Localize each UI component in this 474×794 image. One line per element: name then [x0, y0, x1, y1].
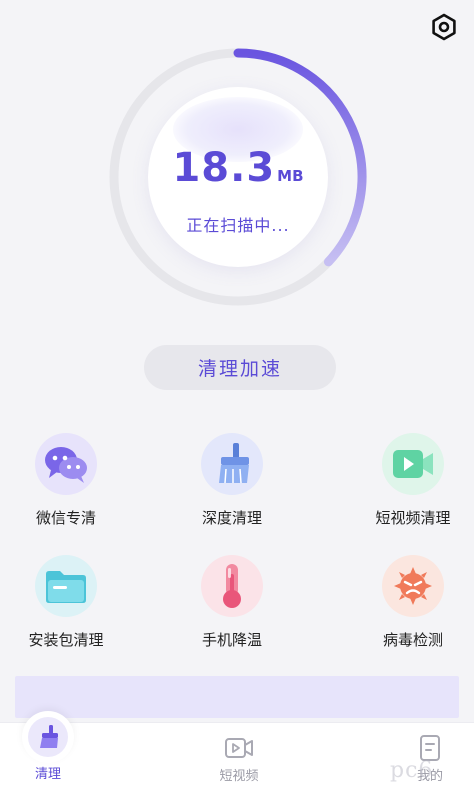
scan-status-text: 正在扫描中... [186, 216, 290, 235]
video-play-icon [382, 433, 444, 495]
virus-icon [382, 555, 444, 617]
tool-virus-scan[interactable]: 病毒检测 [348, 555, 474, 665]
tab-label: 清理 [34, 767, 61, 782]
tool-label: 手机降温 [201, 631, 262, 649]
tool-label: 病毒检测 [382, 631, 443, 649]
thermometer-icon [201, 555, 263, 617]
tab-clean[interactable]: 清理 [3, 711, 93, 794]
wechat-icon [35, 433, 97, 495]
tool-apk-clean[interactable]: 安装包清理 [1, 555, 131, 665]
tool-label: 安装包清理 [28, 631, 104, 649]
settings-button[interactable] [427, 12, 461, 46]
tab-short-video[interactable]: 短视频 [194, 723, 284, 794]
tool-phone-cooling[interactable]: 手机降温 [167, 555, 297, 665]
scan-progress-ring: 18.3 MB 正在扫描中... [106, 45, 370, 309]
broom-icon [201, 433, 263, 495]
scanned-size-value: 18.3 [172, 145, 276, 191]
tool-deep-clean[interactable]: 深度清理 [167, 433, 297, 543]
tool-label: 微信专清 [35, 509, 96, 527]
tool-label: 深度清理 [201, 509, 262, 527]
tool-wechat-clean[interactable]: 微信专清 [1, 433, 131, 543]
folder-icon [35, 555, 97, 617]
scanned-size-readout: 18.3 MB [148, 145, 328, 191]
settings-hexagon-icon [430, 13, 458, 45]
watermark-text: pc6 [390, 758, 434, 783]
video-tab-icon [224, 733, 254, 763]
broom-tab-icon [28, 717, 68, 757]
clean-speedup-button[interactable]: 清理加速 [144, 345, 336, 390]
promo-banner[interactable] [15, 676, 459, 718]
scan-center-disc: 18.3 MB 正在扫描中... [148, 87, 328, 267]
tool-short-video-clean[interactable]: 短视频清理 [348, 433, 474, 543]
tool-label: 短视频清理 [375, 509, 451, 527]
scanned-size-unit: MB [277, 167, 304, 185]
tab-label: 短视频 [219, 769, 259, 784]
